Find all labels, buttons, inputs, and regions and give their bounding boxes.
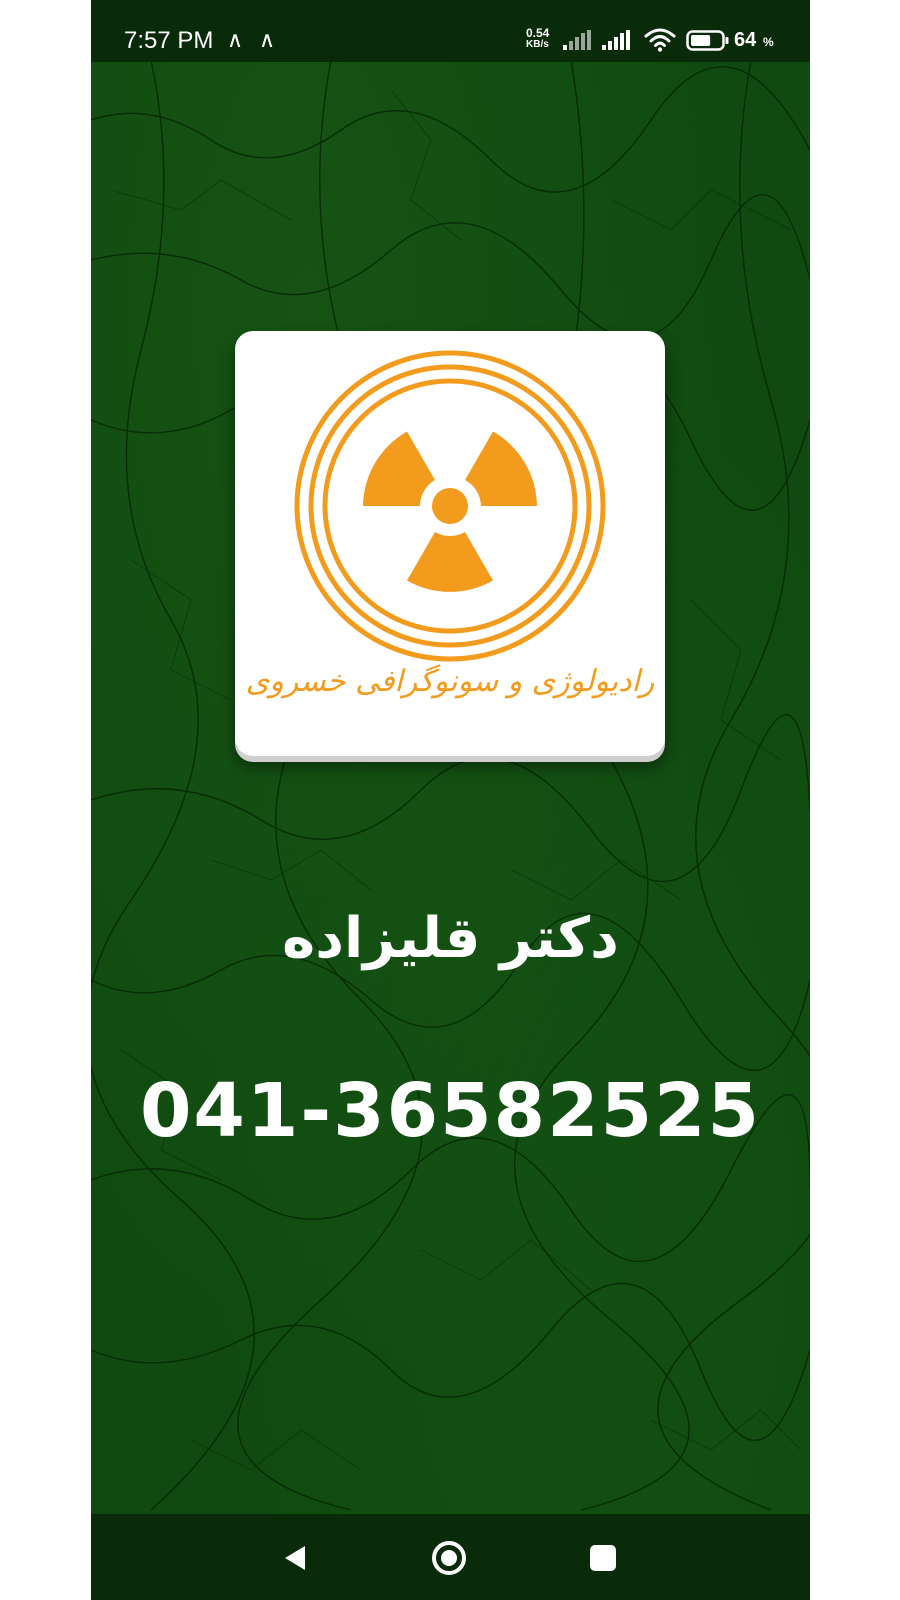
battery-percentage: 64 (734, 29, 757, 51)
status-bar: 7:57 PM ∧ ∧ 0.54 KB/s 64 % (91, 0, 810, 62)
clinic-logo-card: رادیولوژی و سونوگرافی خسروی (235, 331, 665, 756)
doctor-name: دکتر قلیزاده (282, 906, 619, 971)
battery-icon (686, 30, 729, 51)
notification-icon: ∧ (259, 27, 276, 52)
wifi-icon (644, 28, 676, 52)
navigation-bar (91, 1514, 810, 1600)
status-time: 7:57 PM (124, 27, 214, 54)
network-speed-unit: KB/s (526, 39, 549, 50)
signal-bars-icon (563, 30, 591, 50)
battery-percent-sign: % (763, 35, 774, 49)
back-icon[interactable] (267, 1530, 323, 1586)
phone-number: 041-36582525 (139, 1068, 762, 1154)
leather-texture-background (91, 59, 810, 1511)
home-icon[interactable] (421, 1530, 477, 1586)
splash-screen: 7:57 PM ∧ ∧ 0.54 KB/s 64 % رادیولوژی و س… (91, 0, 810, 1600)
notification-icon: ∧ (227, 27, 244, 52)
network-speed-value: 0.54 (526, 26, 550, 40)
signal-bars-icon (602, 30, 630, 50)
recents-icon[interactable] (575, 1530, 631, 1586)
clinic-name-logo-text: رادیولوژی و سونوگرافی خسروی (245, 664, 655, 699)
